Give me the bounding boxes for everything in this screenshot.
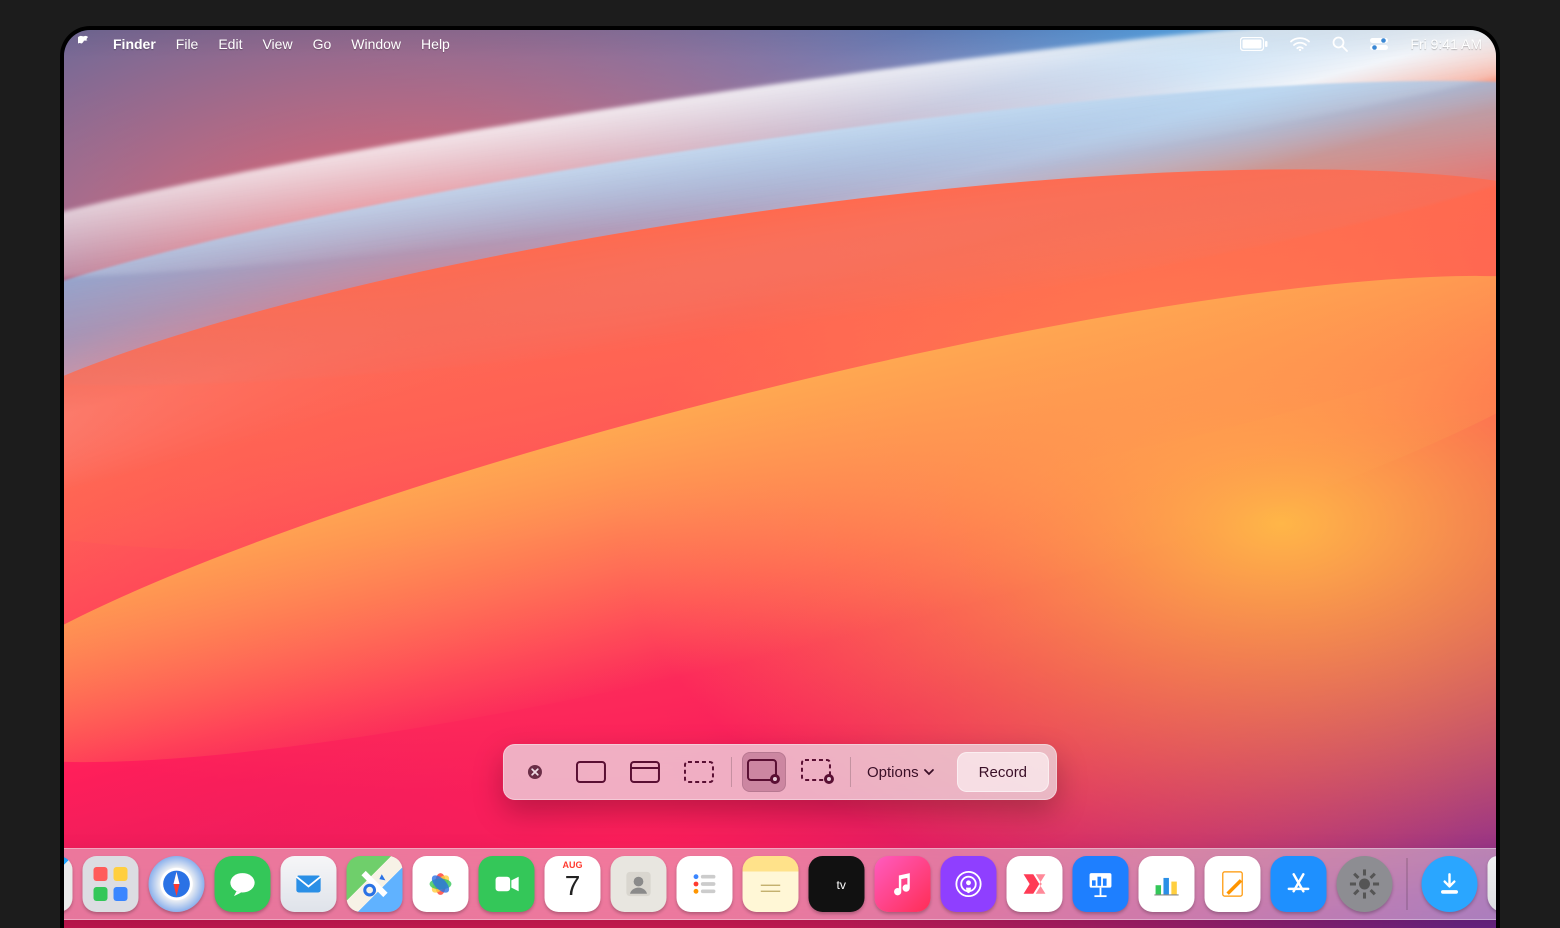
dock-app-safari[interactable] bbox=[149, 856, 205, 912]
menu-clock[interactable]: Fri 9:41 AM bbox=[1410, 36, 1482, 52]
dock-app-mail[interactable] bbox=[281, 856, 337, 912]
dock-app-pages[interactable] bbox=[1205, 856, 1261, 912]
dock-app-maps[interactable] bbox=[347, 856, 403, 912]
dock-app-facetime[interactable] bbox=[479, 856, 535, 912]
dock-app-tv[interactable]: tv bbox=[809, 856, 865, 912]
dock-app-photos[interactable] bbox=[413, 856, 469, 912]
menu-file[interactable]: File bbox=[176, 36, 199, 52]
calendar-month: AUG bbox=[563, 860, 583, 870]
screenshot-options-button[interactable]: Options bbox=[851, 752, 951, 792]
battery-icon[interactable] bbox=[1240, 37, 1268, 51]
dock-trash[interactable] bbox=[1488, 856, 1497, 912]
record-selection-button[interactable] bbox=[796, 752, 840, 792]
menu-window[interactable]: Window bbox=[351, 36, 401, 52]
apple-menu-icon[interactable] bbox=[78, 35, 93, 54]
dock-app-finder[interactable] bbox=[64, 856, 73, 912]
dock: AUG 7 tv bbox=[64, 848, 1496, 920]
dock-app-numbers[interactable] bbox=[1139, 856, 1195, 912]
screenshot-record-button[interactable]: Record bbox=[957, 752, 1049, 792]
dock-app-appstore[interactable] bbox=[1271, 856, 1327, 912]
dock-separator bbox=[1407, 858, 1408, 910]
svg-text:tv: tv bbox=[837, 878, 847, 892]
chevron-down-icon bbox=[925, 770, 933, 774]
screenshot-close-button[interactable] bbox=[521, 752, 549, 792]
dock-app-messages[interactable] bbox=[215, 856, 271, 912]
menu-app-name[interactable]: Finder bbox=[113, 36, 156, 52]
wifi-icon[interactable] bbox=[1290, 37, 1310, 51]
dock-app-news[interactable] bbox=[1007, 856, 1063, 912]
calendar-day: 7 bbox=[565, 870, 581, 902]
options-label: Options bbox=[867, 764, 919, 781]
dock-app-launchpad[interactable] bbox=[83, 856, 139, 912]
dock-app-notes[interactable] bbox=[743, 856, 799, 912]
dock-downloads[interactable] bbox=[1422, 856, 1478, 912]
dock-app-music[interactable] bbox=[875, 856, 931, 912]
dock-app-keynote[interactable] bbox=[1073, 856, 1129, 912]
dock-app-system-preferences[interactable] bbox=[1337, 856, 1393, 912]
menu-help[interactable]: Help bbox=[421, 36, 450, 52]
record-label: Record bbox=[979, 764, 1027, 781]
spotlight-icon[interactable] bbox=[1332, 36, 1348, 52]
screenshot-toolbar: Options Record bbox=[503, 744, 1057, 800]
capture-window-button[interactable] bbox=[623, 752, 667, 792]
capture-entire-screen-button[interactable] bbox=[569, 752, 613, 792]
menu-bar: Finder File Edit View Go Window Help bbox=[64, 30, 1496, 58]
dock-app-podcasts[interactable] bbox=[941, 856, 997, 912]
capture-selection-button[interactable] bbox=[677, 752, 721, 792]
dock-app-reminders[interactable] bbox=[677, 856, 733, 912]
menu-view[interactable]: View bbox=[262, 36, 292, 52]
menu-edit[interactable]: Edit bbox=[218, 36, 242, 52]
dock-app-contacts[interactable] bbox=[611, 856, 667, 912]
menu-go[interactable]: Go bbox=[313, 36, 332, 52]
dock-app-calendar[interactable]: AUG 7 bbox=[545, 856, 601, 912]
control-center-icon[interactable] bbox=[1370, 38, 1388, 50]
record-entire-screen-button[interactable] bbox=[742, 752, 786, 792]
